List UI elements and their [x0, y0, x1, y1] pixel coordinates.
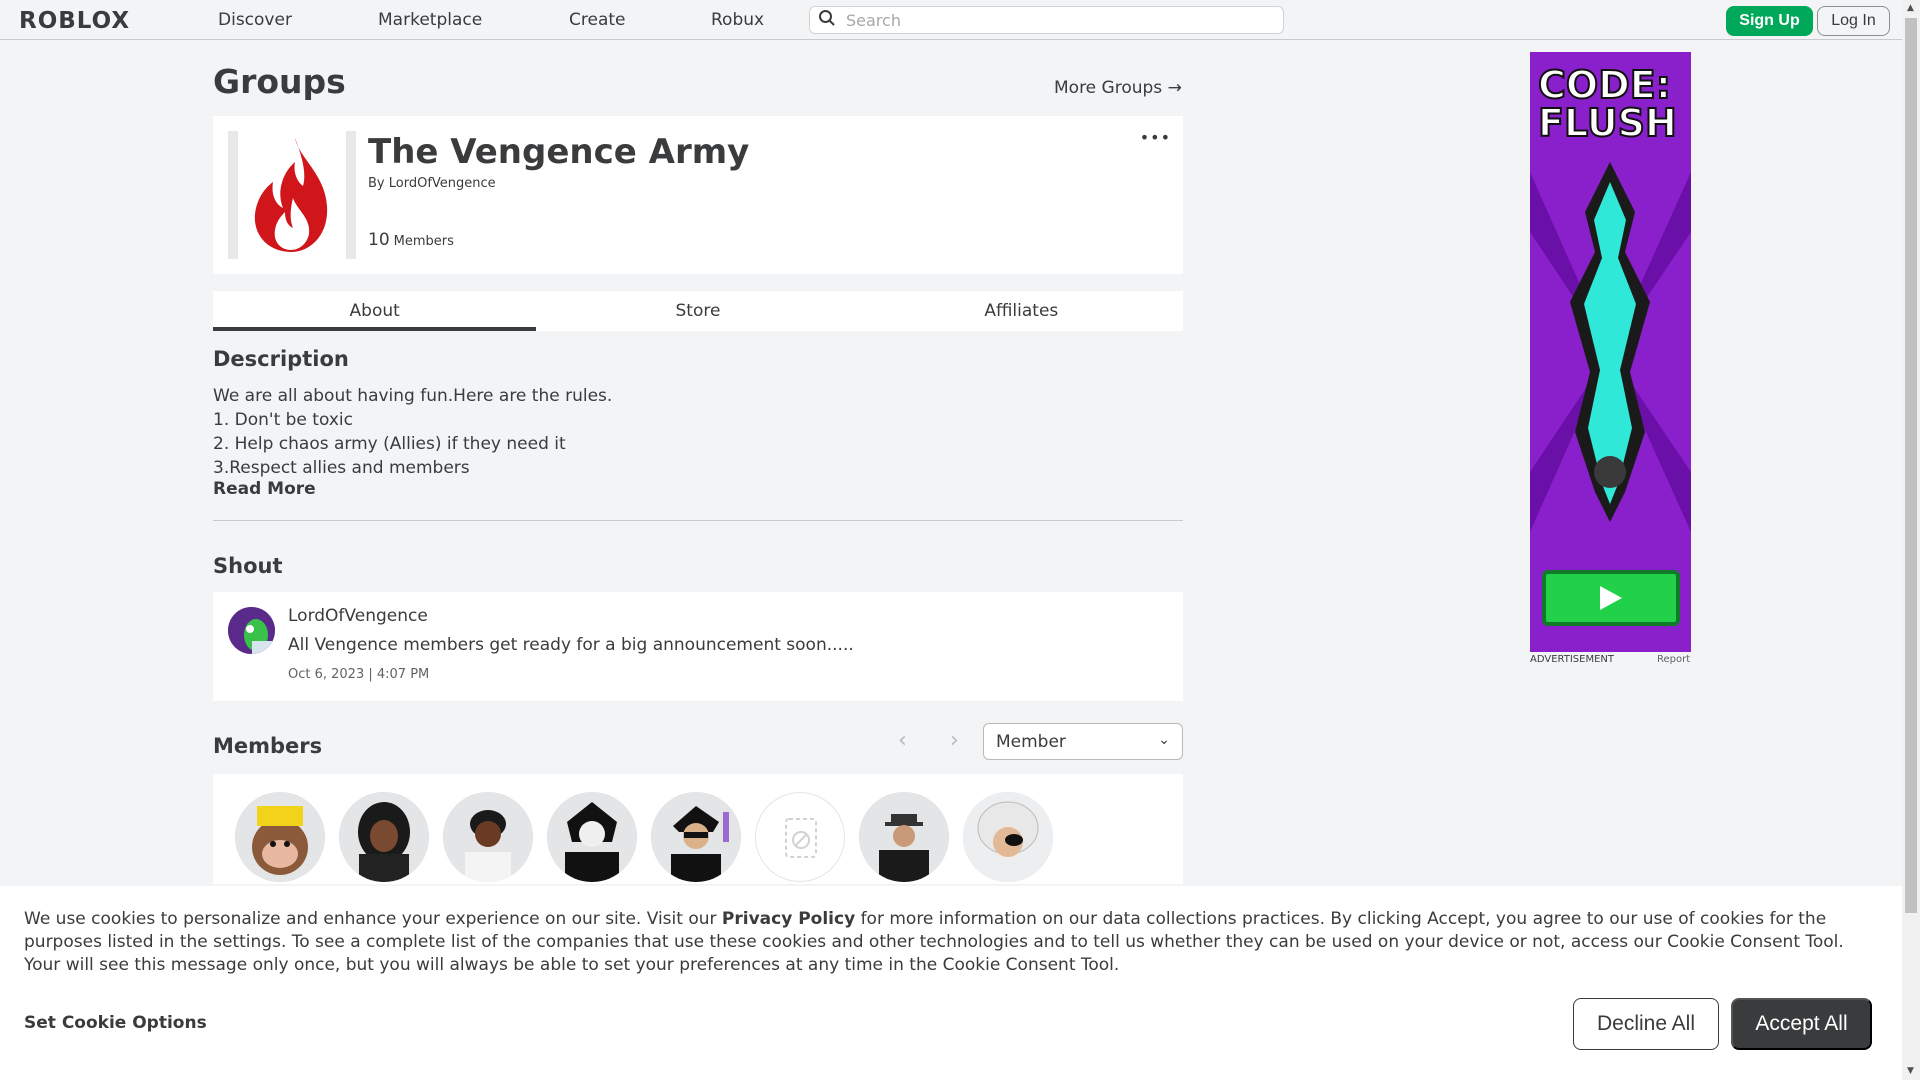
members-list — [213, 774, 1183, 884]
shout-username-link[interactable]: LordOfVengence — [288, 606, 428, 626]
role-dropdown[interactable]: Member ⌄ — [983, 723, 1183, 760]
chevron-right-icon[interactable]: › — [950, 728, 959, 753]
shout-heading: Shout — [213, 554, 283, 578]
shout-card: LordOfVengence All Vengence members get … — [213, 592, 1183, 701]
page-title: Groups — [213, 62, 346, 101]
group-tabs: About Store Affiliates — [213, 291, 1183, 331]
log-in-button[interactable]: Log In — [1817, 6, 1890, 36]
cookie-text-part: We use cookies to personalize and enhanc… — [24, 909, 722, 929]
nav-discover[interactable]: Discover — [218, 10, 292, 30]
chevron-left-icon[interactable]: ‹ — [898, 728, 907, 753]
members-heading: Members — [213, 734, 323, 758]
nav-robux[interactable]: Robux — [711, 10, 764, 30]
member-avatar[interactable] — [235, 792, 325, 882]
member-avatar[interactable] — [443, 792, 533, 882]
chevron-down-icon: ⌄ — [1158, 732, 1170, 748]
read-more-link[interactable]: Read More — [213, 479, 316, 499]
member-avatar[interactable] — [547, 792, 637, 882]
shout-avatar[interactable] — [228, 607, 275, 654]
description-line: We are all about having fun.Here are the… — [213, 386, 613, 406]
ad-title: CODE: FLUSH — [1537, 63, 1678, 145]
scroll-down-icon[interactable]: ▼ — [1907, 1066, 1914, 1076]
by-label: By — [368, 176, 385, 191]
shout-timestamp: Oct 6, 2023 | 4:07 PM — [288, 667, 430, 682]
member-count-label: Members — [393, 234, 454, 249]
cookie-banner: We use cookies to personalize and enhanc… — [0, 886, 1902, 1080]
member-count: 10 Members — [368, 230, 454, 250]
flame-icon — [254, 138, 328, 252]
more-groups-link[interactable]: More Groups → — [1054, 78, 1182, 98]
decline-all-button[interactable]: Decline All — [1573, 998, 1719, 1050]
tab-store[interactable]: Store — [536, 291, 859, 331]
roblox-logo[interactable]: ROBLOX — [19, 8, 130, 34]
member-count-value: 10 — [368, 230, 390, 250]
nav-create[interactable]: Create — [569, 10, 626, 30]
member-avatar[interactable] — [963, 792, 1053, 882]
group-emblem — [228, 131, 356, 259]
search-box[interactable] — [809, 6, 1284, 34]
advertisement-banner[interactable]: CODE: FLUSH — [1530, 52, 1691, 652]
cookie-text: We use cookies to personalize and enhanc… — [24, 908, 1884, 977]
search-icon — [810, 9, 836, 31]
top-navigation: ROBLOX Discover Marketplace Create Robux… — [0, 0, 1902, 40]
nav-marketplace[interactable]: Marketplace — [378, 10, 482, 30]
search-input[interactable] — [846, 10, 1266, 30]
group-header-card: The Vengence Army By LordOfVengence 10 Me… — [213, 116, 1183, 274]
advertisement-label: ADVERTISEMENT — [1530, 654, 1615, 665]
tab-about[interactable]: About — [213, 291, 537, 331]
description-line: 1. Don't be toxic — [213, 410, 353, 430]
description-line: 3.Respect allies and members — [213, 458, 470, 478]
more-options-icon[interactable]: ••• — [1140, 128, 1171, 147]
member-avatar[interactable] — [339, 792, 429, 882]
ad-report-link[interactable]: Report — [1657, 654, 1690, 665]
group-owner-link[interactable]: LordOfVengence — [389, 176, 496, 191]
tab-affiliates[interactable]: Affiliates — [860, 291, 1183, 331]
play-icon[interactable] — [1542, 570, 1680, 626]
member-avatar[interactable] — [859, 792, 949, 882]
description-heading: Description — [213, 347, 349, 371]
sign-up-button[interactable]: Sign Up — [1726, 6, 1813, 36]
role-dropdown-value: Member — [996, 732, 1066, 752]
group-owner-line: By LordOfVengence — [368, 176, 496, 191]
member-avatar-unavailable[interactable] — [755, 792, 845, 882]
description-text: We are all about having fun.Here are the… — [213, 384, 612, 480]
ad-title-line: CODE: — [1537, 63, 1672, 107]
group-name: The Vengence Army — [368, 132, 750, 172]
section-divider — [213, 520, 1183, 521]
shout-message: All Vengence members get ready for a big… — [288, 635, 854, 655]
scrollbar-thumb[interactable] — [1905, 18, 1917, 913]
scroll-up-icon[interactable]: ▲ — [1907, 3, 1914, 13]
privacy-policy-link[interactable]: Privacy Policy — [722, 909, 855, 929]
page-scrollbar[interactable]: ▲ ▼ — [1902, 0, 1920, 1080]
member-avatar[interactable] — [651, 792, 741, 882]
accept-all-button[interactable]: Accept All — [1731, 998, 1872, 1050]
description-line: 2. Help chaos army (Allies) if they need… — [213, 434, 566, 454]
set-cookie-options-link[interactable]: Set Cookie Options — [24, 1013, 207, 1033]
ad-title-line: FLUSH — [1537, 101, 1678, 145]
